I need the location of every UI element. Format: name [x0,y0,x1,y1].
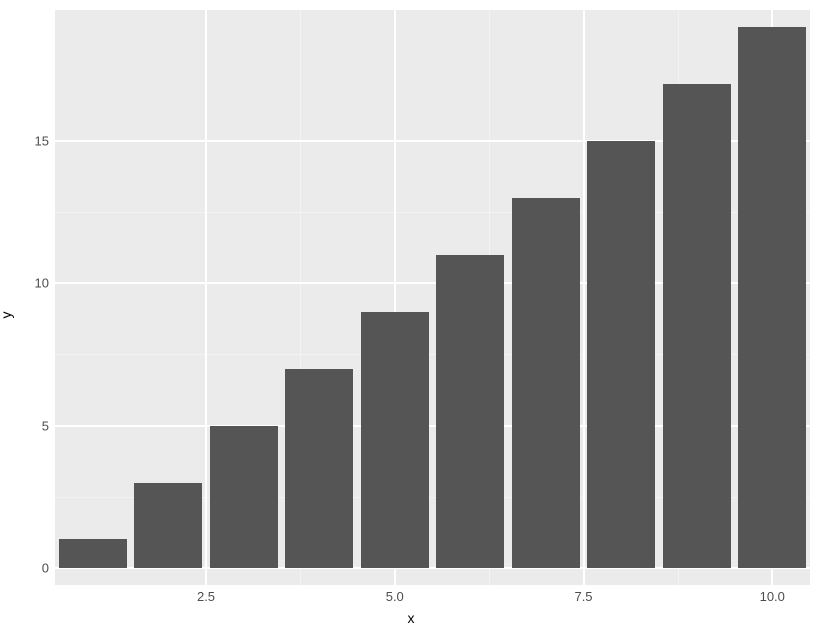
plot-panel: 0510152.55.07.510.0 [55,10,810,585]
bar [134,483,202,568]
bar [285,369,353,568]
y-tick-label: 0 [42,560,55,575]
y-tick-label: 15 [35,133,55,148]
x-tick-label: 5.0 [386,585,404,604]
bar [512,198,580,568]
bar [587,141,655,568]
y-tick-label: 10 [35,276,55,291]
x-tick-label: 7.5 [574,585,592,604]
bar [59,539,127,567]
x-tick-label: 10.0 [760,585,785,604]
grid-major-v [205,10,207,585]
bar [738,27,806,568]
bar-chart: y x 0510152.55.07.510.0 [0,0,822,630]
y-tick-label: 5 [42,418,55,433]
bar [210,426,278,568]
bar [436,255,504,568]
x-axis-label: x [408,610,415,626]
bar [361,312,429,568]
grid-major-v [583,10,585,585]
bar [663,84,731,568]
y-axis-label: y [0,312,14,319]
x-tick-label: 2.5 [197,585,215,604]
